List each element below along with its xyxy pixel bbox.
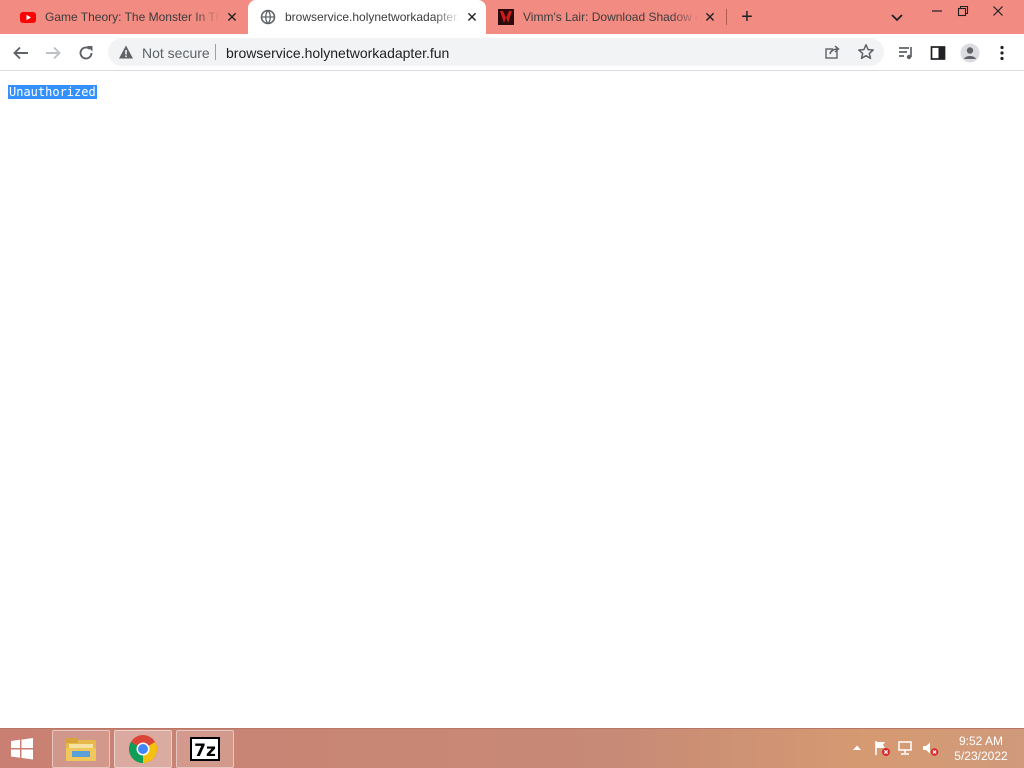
taskbar-clock[interactable]: 9:52 AM 5/23/2022 [945,734,1017,764]
share-icon[interactable] [824,44,840,60]
taskbar-7zip[interactable]: 7z [176,730,234,768]
youtube-icon [20,12,36,23]
tab-title: Game Theory: The Monster In The [45,10,220,24]
svg-text:7z: 7z [194,741,216,761]
chrome-icon [129,735,157,763]
volume-muted-icon[interactable] [921,739,939,757]
7zip-icon: 7z [190,737,220,761]
tab-title: browservice.holynetworkadapter.fun [285,10,460,24]
tab-strip: Game Theory: The Monster In The ✕ browse… [0,0,1024,34]
taskbar-file-explorer[interactable] [52,730,110,768]
forward-arrow-icon[interactable] [43,43,63,63]
bookmark-star-icon[interactable] [857,43,875,61]
tab-vimms-lair[interactable]: Vimm's Lair: Download Shadow of ✕ [486,0,724,34]
tab-search-chevron-icon[interactable] [889,9,905,25]
taskbar-chrome[interactable] [114,730,172,768]
clock-date: 5/23/2022 [954,749,1008,763]
page-content: Unauthorized [0,72,1024,728]
windows-taskbar: 7z 9:52 AM 5/23/2022 [0,728,1024,768]
media-control-icon[interactable] [896,43,916,63]
side-panel-icon[interactable] [928,43,948,63]
browser-toolbar: Not secure browservice.holynetworkadapte… [0,34,1024,71]
address-bar[interactable]: Not secure browservice.holynetworkadapte… [108,38,884,66]
warning-triangle-icon[interactable] [118,44,134,60]
reload-icon[interactable] [76,43,96,63]
tab-separator [726,9,727,25]
restore-icon[interactable] [947,0,979,22]
tab-title: Vimm's Lair: Download Shadow of [523,10,698,24]
security-status-label[interactable]: Not secure [142,45,210,61]
profile-avatar-icon[interactable] [960,43,980,63]
clock-time: 9:52 AM [958,734,1004,748]
file-explorer-icon [66,738,96,761]
globe-icon [260,9,276,25]
back-arrow-icon[interactable] [11,43,31,63]
more-menu-icon[interactable] [992,43,1012,63]
new-tab-icon[interactable]: + [737,7,757,27]
show-hidden-icons-icon[interactable] [848,739,866,757]
action-center-flag-icon[interactable] [873,739,891,757]
omnibox-divider [215,44,216,60]
windows-start-icon[interactable] [6,735,38,763]
close-tab-icon[interactable]: ✕ [464,9,480,25]
vimms-lair-icon [498,9,514,25]
close-window-icon[interactable] [982,0,1014,22]
close-tab-icon[interactable]: ✕ [224,9,240,25]
unauthorized-text: Unauthorized [8,85,97,99]
tab-browservice[interactable]: browservice.holynetworkadapter.fun ✕ [248,0,486,34]
tab-youtube[interactable]: Game Theory: The Monster In The ✕ [8,0,246,34]
close-tab-icon[interactable]: ✕ [702,9,718,25]
url-text[interactable]: browservice.holynetworkadapter.fun [226,45,449,61]
network-icon[interactable] [897,739,915,757]
